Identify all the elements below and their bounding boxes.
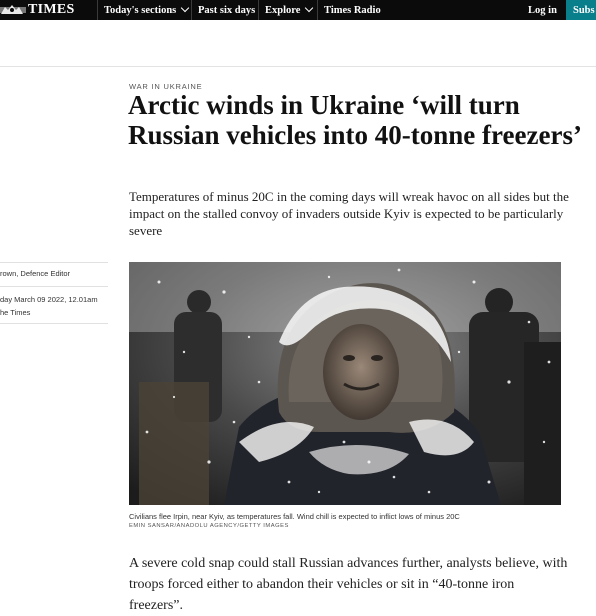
nav-item-label: Explore (265, 4, 301, 16)
publication-name: he Times (0, 307, 31, 317)
article-headline: Arctic winds in Ukraine ‘will turn Russi… (128, 90, 582, 150)
login-button[interactable]: Log in (520, 0, 565, 20)
nav-divider (191, 0, 192, 20)
nav-item-label: Today's sections (104, 4, 177, 16)
nav-item-label: Times Radio (324, 4, 381, 16)
crest-icon (0, 5, 26, 14)
nav-item-past-six-days[interactable]: Past six days (198, 0, 255, 20)
article-body-paragraph: A severe cold snap could stall Russian a… (129, 556, 568, 613)
top-navigation-bar: TIMES Today's sections Past six days Exp… (0, 0, 596, 20)
chevron-down-icon (181, 3, 190, 13)
nav-item-times-radio[interactable]: Times Radio (324, 0, 381, 20)
chevron-down-icon (305, 3, 314, 13)
photo-snow-woman (129, 262, 561, 505)
publish-date: day March 09 2022, 12.01am he Times (0, 294, 98, 319)
nav-divider (317, 0, 318, 20)
author-name[interactable]: rown, Defence Editor (0, 269, 70, 278)
header-divider (0, 66, 596, 67)
nav-divider (97, 0, 98, 20)
photo-caption: Civilians flee Irpin, near Kyiv, as temp… (129, 512, 460, 521)
site-logo[interactable]: TIMES (0, 1, 75, 19)
nav-item-explore[interactable]: Explore (265, 0, 314, 20)
photo-credit: EMIN SANSAR/ANADOLU AGENCY/GETTY IMAGES (129, 523, 289, 529)
subscribe-button[interactable]: Subs (566, 0, 596, 20)
site-logo-text: TIMES (28, 2, 75, 17)
article-standfirst: Temperatures of minus 20C in the coming … (129, 189, 569, 238)
publish-date-line: day March 09 2022, 12.01am (0, 295, 98, 304)
nav-item-label: Past six days (198, 4, 256, 16)
nav-item-todays-sections[interactable]: Today's sections (104, 0, 190, 20)
byline-divider (0, 323, 108, 324)
nav-divider (258, 0, 259, 20)
article-photo (129, 262, 561, 505)
byline-divider (0, 262, 108, 263)
byline-divider (0, 286, 108, 287)
